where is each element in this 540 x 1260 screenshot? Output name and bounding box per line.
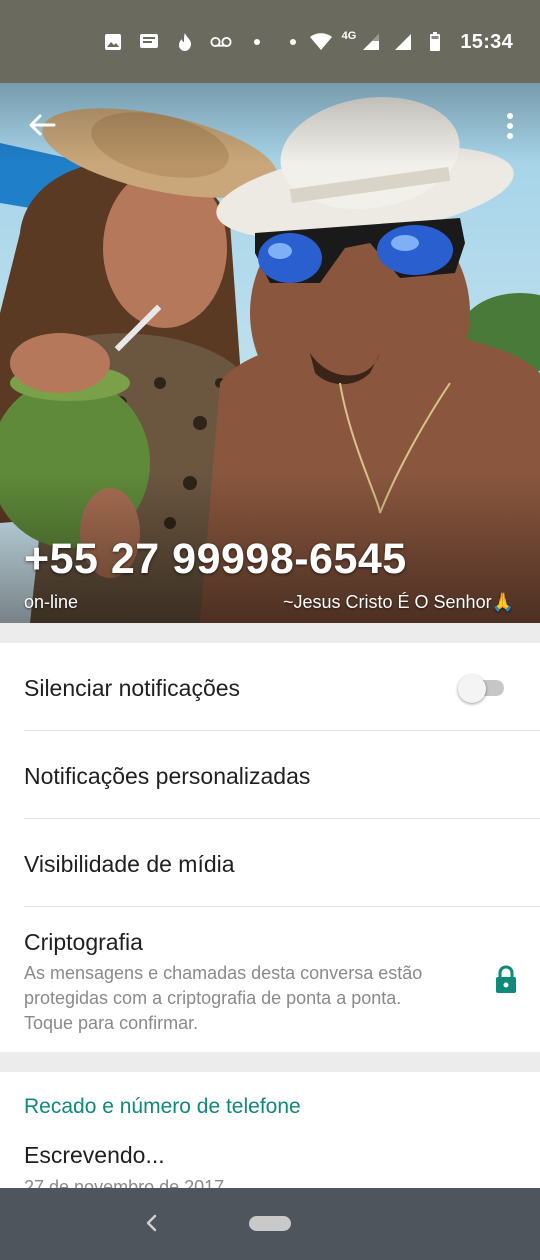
custom-notifications-row[interactable]: Notificações personalizadas bbox=[24, 731, 540, 819]
voicemail-icon bbox=[210, 31, 232, 53]
lock-icon bbox=[496, 965, 516, 993]
dot-icon bbox=[246, 31, 268, 53]
more-options-button[interactable] bbox=[500, 109, 520, 143]
encryption-description: As mensagens e chamadas desta conversa e… bbox=[24, 963, 423, 1033]
mute-notifications-toggle[interactable] bbox=[458, 675, 504, 703]
image-icon bbox=[102, 31, 124, 53]
more-vert-icon-dot bbox=[507, 123, 513, 129]
contact-phone-number: +55 27 99998-6545 bbox=[24, 535, 407, 583]
notification-icons bbox=[102, 30, 304, 54]
wifi-icon bbox=[309, 31, 332, 53]
mute-notifications-row[interactable]: Silenciar notificações bbox=[24, 643, 540, 731]
contact-profile-photo[interactable]: +55 27 99998-6545 on-line ~Jesus Cristo … bbox=[0, 83, 540, 623]
presence-status: on-line bbox=[24, 592, 79, 612]
clock: 15:34 bbox=[460, 30, 513, 53]
toggle-thumb bbox=[458, 675, 486, 703]
system-icons: 4G 15:34 bbox=[309, 28, 513, 56]
about-text[interactable]: Escrevendo... bbox=[24, 1142, 165, 1169]
about-preview: ~Jesus Cristo É O Senhor🙏 bbox=[282, 592, 514, 612]
signal-icon bbox=[392, 31, 414, 53]
signal-icon bbox=[360, 31, 382, 53]
system-navigation-bar bbox=[0, 1188, 540, 1260]
battery-icon bbox=[424, 31, 446, 53]
media-visibility-label: Visibilidade de mídia bbox=[24, 851, 235, 877]
more-vert-icon bbox=[507, 113, 513, 119]
network-type-label: 4G bbox=[341, 30, 357, 42]
dot-icon bbox=[282, 31, 304, 53]
nav-home-pill[interactable] bbox=[249, 1216, 291, 1231]
arrow-left-icon bbox=[29, 114, 56, 136]
media-visibility-row[interactable]: Visibilidade de mídia bbox=[24, 819, 540, 907]
custom-notifications-label: Notificações personalizadas bbox=[24, 763, 311, 789]
nav-back-button[interactable] bbox=[140, 1212, 162, 1234]
tinder-icon bbox=[174, 31, 196, 53]
back-button[interactable] bbox=[24, 107, 60, 143]
message-icon bbox=[138, 31, 160, 53]
more-vert-icon-dot bbox=[507, 133, 513, 139]
about-date: 27 de novembro de 2017 bbox=[24, 1177, 225, 1188]
status-bar: 4G 15:34 bbox=[0, 0, 540, 83]
contact-settings-card: Silenciar notificações Notificações pers… bbox=[0, 643, 540, 1052]
mute-notifications-label: Silenciar notificações bbox=[24, 675, 241, 701]
about-section-title: Recado e número de telefone bbox=[24, 1095, 301, 1118]
about-and-phone-card: Recado e número de telefone Escrevendo..… bbox=[0, 1072, 540, 1188]
chevron-left-icon bbox=[146, 1214, 157, 1232]
encryption-row[interactable]: Criptografia As mensagens e chamadas des… bbox=[24, 907, 540, 1052]
encryption-label: Criptografia bbox=[24, 929, 143, 955]
